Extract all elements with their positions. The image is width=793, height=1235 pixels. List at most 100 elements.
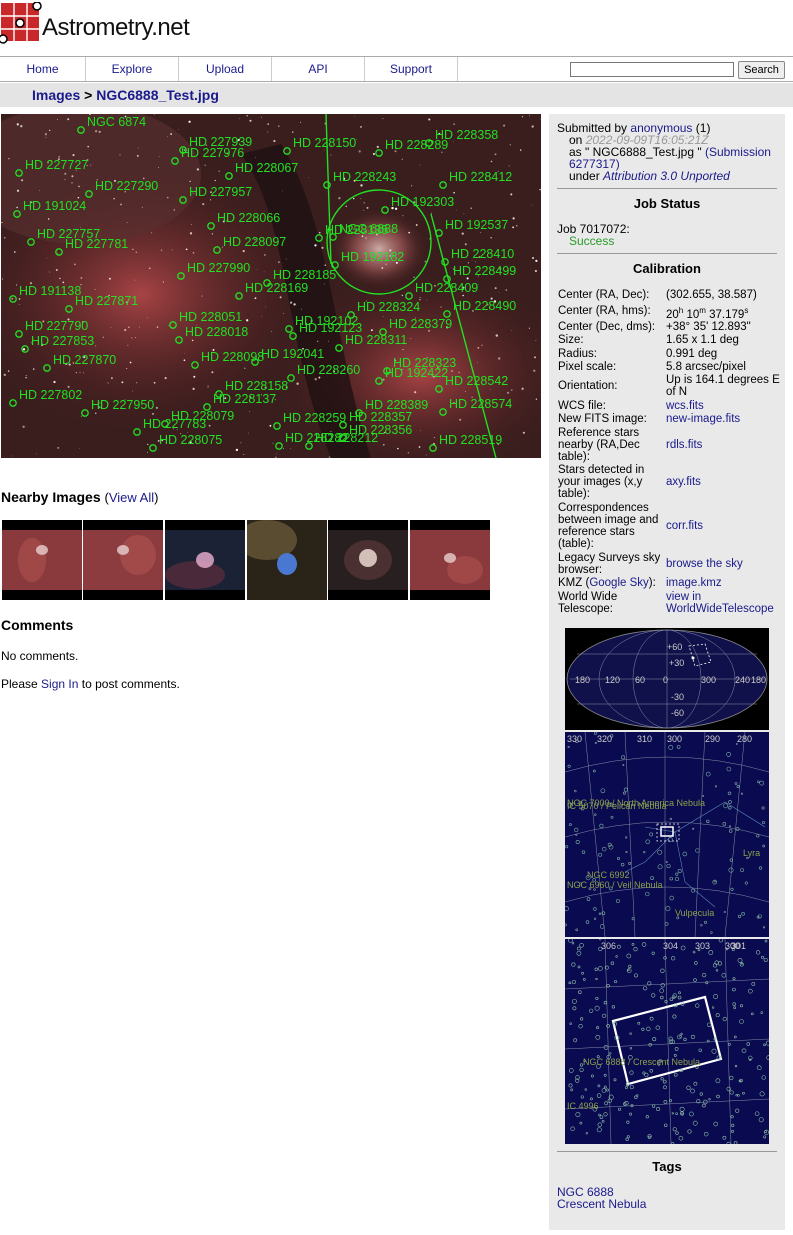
allsky-ra-tick: 240 [735,675,750,685]
annotation-label: HD 228311 [345,333,407,347]
annotation-label: HD 227783 [143,417,206,431]
breadcrumb-images-link[interactable]: Images [32,87,80,103]
allsky-ra-tick: 60 [635,675,645,685]
sign-in-prompt: Please Sign In to post comments. [1,677,180,691]
annotation-label: HD 228282 [285,431,348,445]
zoom2-ra-tick: 306 [601,941,616,951]
nav-api[interactable]: API [272,57,365,81]
annotation-label: HD 228490 [453,299,516,313]
nearby-thumbnail[interactable] [247,520,327,600]
allsky-dec-tick: +30 [669,658,684,668]
nearby-thumbnail[interactable] [410,520,490,600]
annotation-label: HD 228169 [245,281,308,295]
zoom1-ra-tick: 320 [597,734,612,744]
annotation-label: HD 228137 [213,392,276,406]
allsky-ra-tick: 0 [663,675,668,685]
annotation-label: HD 227950 [91,398,154,412]
annotation-label: HD 227790 [25,319,88,333]
astrometry-logo-icon[interactable] [0,2,42,44]
annotation-label: HD 227290 [95,179,158,193]
nav-upload[interactable]: Upload [179,57,272,81]
allsky-dec-tick: -60 [671,708,684,718]
nearby-thumbnail[interactable] [83,520,163,600]
browse-sky-link[interactable]: browse the sky [666,558,780,570]
zoom1-ra-tick: 310 [637,734,652,744]
annotation-label: HD 228075 [159,433,222,447]
annotation-label: HD 228410 [451,247,514,261]
annotation-label: HD 227990 [187,261,250,275]
annotation-label: HD 227853 [31,334,94,348]
rdls-link[interactable]: rdls.fits [666,439,780,451]
zoom1-object-label: Lyra [743,848,760,858]
nav-explore[interactable]: Explore [86,57,179,81]
allsky-ra-tick: 180 [751,675,766,685]
annotation-label: HD 192422 [385,366,448,380]
nearby-images-title: Nearby Images [1,489,101,505]
license-link[interactable]: Attribution 3.0 Unported [603,169,730,183]
axy-link[interactable]: axy.fits [666,476,780,488]
annotated-image-svg: NGC 6874HD 227939HD 227976HD 228150HD 22… [1,114,541,458]
annotation-label: NGC 6874 [87,115,146,129]
sign-in-link[interactable]: Sign In [41,677,78,691]
zoom1-object-label: NGC 6960 / Veil Nebula [567,880,663,890]
annotation-label: HD 228150 [293,136,356,150]
zoom1-ra-tick: 300 [667,734,682,744]
annotation-label: HD 228412 [449,170,512,184]
calibration-heading: Calibration [557,253,777,276]
google-sky-link[interactable]: Google Sky [589,577,648,589]
view-all-link[interactable]: View All [109,490,154,505]
allsky-ra-tick: 120 [605,675,620,685]
allsky-map[interactable]: 180 120 60 0 300 240 180 +60 +30 -30 -60 [565,628,769,730]
annotation-label: HD 228409 [415,281,478,295]
annotation-label: HD 228158 [225,379,288,393]
nearby-thumbnail[interactable] [328,520,408,600]
zoom1-object-label: Vulpecula [675,908,714,918]
kmz-link[interactable]: image.kmz [666,577,780,589]
zoom1-object-label: NGC 6992 [587,870,630,880]
annotation-label: HD 228324 [357,300,420,314]
allsky-dec-tick: +60 [667,642,682,652]
nav-support[interactable]: Support [365,57,458,81]
annotation-label: HD 228051 [179,310,242,324]
nearby-thumbnail[interactable] [165,520,245,600]
zoom2-ra-tick: 301 [731,941,746,951]
annotation-label: HD 191024 [23,199,86,213]
sidebar: Submitted by anonymous (1) on 2022-09-09… [549,114,785,1230]
nearby-thumbnail[interactable] [2,520,82,600]
corr-link[interactable]: corr.fits [666,520,780,532]
annotation-label: HD 227870 [53,353,116,367]
job-success-status: Success [569,234,615,248]
logo-text[interactable]: Astrometry.net [42,14,190,42]
annotation-label: HD 192537 [445,218,508,232]
search-button[interactable]: Search [738,61,785,79]
nav-home[interactable]: Home [0,57,86,81]
annotated-image[interactable]: NGC 6874 HD 227939 HD 227976 HD 228150 HD 22… [1,114,541,458]
job-status-heading: Job Status [557,188,777,211]
wcs-file-link[interactable]: wcs.fits [666,400,780,412]
annotation-label: HD 192041 [261,347,324,361]
annotation-label: HD 228185 [273,268,336,282]
annotation-label: HD 228018 [185,325,248,339]
annotation-label: HD 191138 [19,284,81,298]
zoom1-object-label: IC 5070 / Pelican Nebula [567,801,667,811]
annotation-label: HD 228098 [201,350,264,364]
zoom2-object-label: IC 4996 [567,1101,599,1111]
please-text: Please [1,677,38,691]
sky-zoom-map-1[interactable]: 330 320 310 300 290 280 NGC 7000 / North Ameri… [565,732,769,937]
annotation-label: HD 228542 [445,374,508,388]
allsky-ra-tick: 180 [575,675,590,685]
search-input[interactable] [570,62,734,77]
nearby-images-heading: Nearby Images (View All) [1,489,159,505]
wwt-link[interactable]: view in WorldWideTelescope [666,591,780,615]
job-status: Job 7017072: Success [557,223,630,247]
breadcrumb-current-link[interactable]: NGC6888_Test.jpg [96,87,219,103]
annotation-label: HD 228067 [235,161,298,175]
new-fits-link[interactable]: new-image.fits [666,413,780,425]
zoom1-ra-tick: 290 [705,734,720,744]
annotation-label: HD 227802 [19,388,82,402]
sky-zoom-map-2[interactable]: 306 304 303 300 301 NGC 6888 / Crescent Nebul… [565,939,769,1144]
zoom1-ra-tick: 280 [737,734,752,744]
tag-crescent-nebula[interactable]: Crescent Nebula [557,1198,646,1210]
annotation-label: HD 228519 [439,433,502,447]
tags-list: NGC 6888 Crescent Nebula [557,1186,646,1210]
